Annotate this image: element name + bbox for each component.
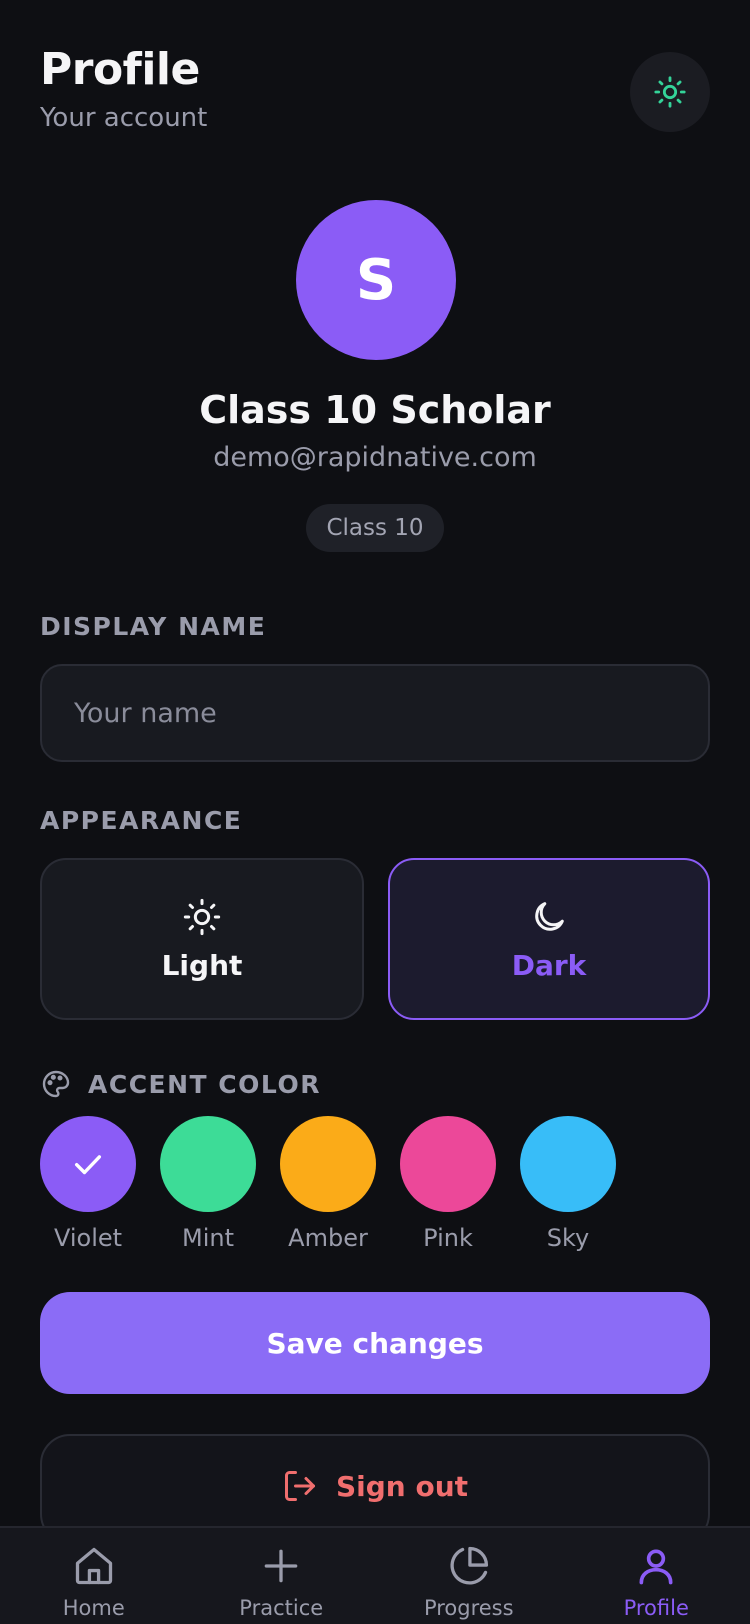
user-email: demo@rapidnative.com [213, 442, 537, 473]
palette-icon [42, 1070, 70, 1098]
log-out-icon [284, 1471, 315, 1501]
tab-progress[interactable]: Progress [375, 1528, 563, 1624]
accent-swatch-pink[interactable]: Pink [400, 1116, 496, 1252]
swatch-circle[interactable] [400, 1116, 496, 1212]
pie-chart-icon [450, 1546, 488, 1585]
tab-practice[interactable]: Practice [188, 1528, 376, 1624]
page-subtitle: Your account [40, 103, 208, 133]
tab-label: Home [62, 1596, 125, 1620]
display-name-input[interactable] [40, 664, 710, 762]
bottom-tab-bar: Home Practice Progress Profile [0, 1526, 750, 1624]
sign-out-label: Sign out [335, 1469, 469, 1503]
swatch-circle[interactable] [520, 1116, 616, 1212]
swatch-label: Mint [182, 1224, 234, 1252]
appearance-light-label: Light [161, 948, 243, 982]
accent-swatch-amber[interactable]: Amber [280, 1116, 376, 1252]
check-icon [74, 1155, 102, 1175]
accent-color-label: ACCENT COLOR [88, 1069, 321, 1099]
class-badge: Class 10 [306, 504, 444, 552]
tab-home[interactable]: Home [0, 1528, 188, 1624]
swatch-circle[interactable] [40, 1116, 136, 1212]
tab-label: Profile [623, 1596, 689, 1620]
accent-color-header: ACCENT COLOR [40, 1068, 321, 1100]
user-icon [639, 1549, 673, 1585]
display-name-label: DISPLAY NAME [40, 612, 267, 641]
tab-label: Practice [239, 1596, 324, 1620]
swatch-label: Pink [423, 1224, 473, 1252]
swatch-circle[interactable] [280, 1116, 376, 1212]
appearance-dark-option[interactable]: Dark [388, 858, 710, 1020]
swatch-circle[interactable] [160, 1116, 256, 1212]
avatar: S [296, 200, 456, 360]
appearance-dark-label: Dark [511, 948, 587, 982]
sun-icon [183, 898, 221, 935]
sun-icon [654, 76, 686, 108]
save-button[interactable]: Save changes [40, 1292, 710, 1394]
accent-swatch-sky[interactable]: Sky [520, 1116, 616, 1252]
theme-toggle-button[interactable] [630, 52, 710, 132]
appearance-light-option[interactable]: Light [40, 858, 364, 1020]
tab-label: Progress [423, 1596, 514, 1620]
user-name: Class 10 Scholar [199, 388, 551, 432]
moon-icon [535, 901, 564, 931]
swatch-label: Amber [288, 1224, 368, 1252]
tab-profile[interactable]: Profile [563, 1528, 750, 1624]
accent-swatch-mint[interactable]: Mint [160, 1116, 256, 1252]
accent-swatch-violet[interactable]: Violet [40, 1116, 136, 1252]
appearance-label: APPEARANCE [40, 806, 243, 835]
swatch-label: Violet [53, 1224, 123, 1252]
page-title: Profile [40, 44, 200, 95]
header: Profile Your account [40, 44, 207, 133]
swatch-label: Sky [546, 1224, 590, 1252]
home-icon [75, 1547, 112, 1585]
plus-icon [264, 1549, 298, 1583]
